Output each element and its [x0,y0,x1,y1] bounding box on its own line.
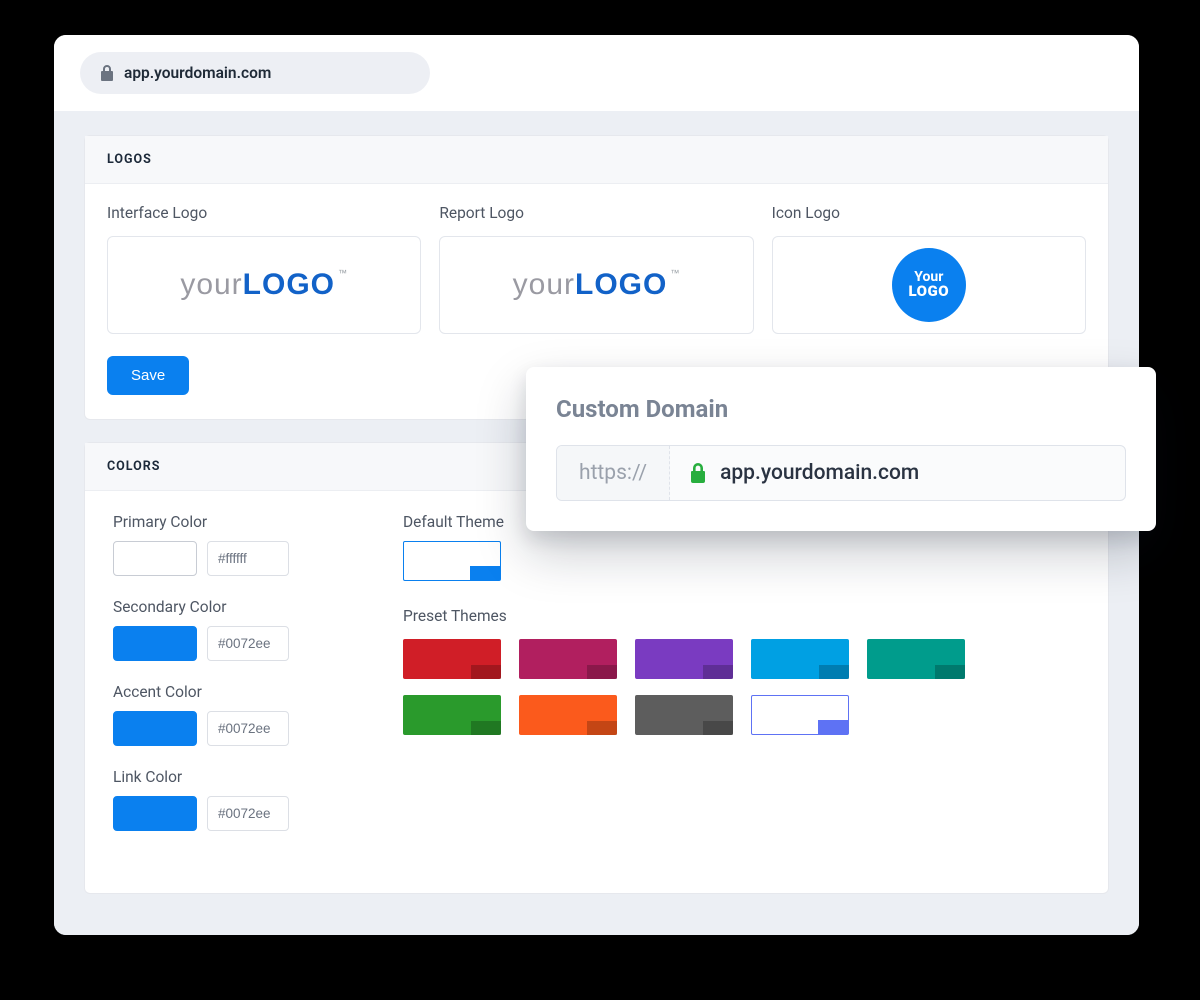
preset-themes-row-2 [403,695,1080,735]
accent-color-swatch[interactable] [113,711,197,746]
preset-theme-chip[interactable] [635,639,733,679]
preset-theme-chip[interactable] [403,695,501,735]
interface-logo-column: Interface Logo yourLOGO™ [107,204,421,334]
url-text: app.yourdomain.com [124,64,271,82]
custom-domain-input[interactable]: https:// app.yourdomain.com [556,445,1126,501]
interface-logo-placeholder: yourLOGO™ [180,268,348,302]
primary-color-swatch[interactable] [113,541,197,576]
themes-column: Default Theme Preset Themes [403,513,1080,853]
lock-icon [100,65,114,81]
link-color-swatch[interactable] [113,796,197,831]
default-theme-chip[interactable] [403,541,501,581]
colors-left-column: Primary Color Secondary Color [113,513,343,853]
secondary-color-input[interactable] [207,626,289,661]
interface-logo-card[interactable]: yourLOGO™ [107,236,421,334]
secondary-color-swatch[interactable] [113,626,197,661]
preset-theme-chip[interactable] [635,695,733,735]
preset-themes-label: Preset Themes [403,607,1080,625]
browser-toolbar: app.yourdomain.com [54,35,1139,111]
preset-theme-chip[interactable] [751,639,849,679]
preset-theme-chip[interactable] [751,695,849,735]
report-logo-placeholder: yourLOGO™ [513,268,681,302]
colors-panel-body: Primary Color Secondary Color [85,491,1108,893]
preset-theme-chip[interactable] [519,639,617,679]
logos-section-title: LOGOS [107,152,1086,167]
secondary-color-label: Secondary Color [113,598,343,616]
preset-theme-chip[interactable] [403,639,501,679]
custom-domain-value: app.yourdomain.com [720,461,919,485]
report-logo-label: Report Logo [439,204,753,222]
icon-logo-label: Icon Logo [772,204,1086,222]
custom-domain-popup: Custom Domain https:// app.yourdomain.co… [526,367,1156,531]
logos-panel-header: LOGOS [85,136,1108,184]
preset-theme-chip[interactable] [867,639,965,679]
primary-color-label: Primary Color [113,513,343,531]
save-button[interactable]: Save [107,356,189,395]
custom-domain-title: Custom Domain [556,395,1126,423]
protocol-prefix: https:// [557,446,670,500]
preset-theme-chip[interactable] [519,695,617,735]
secure-lock-icon [690,463,706,483]
report-logo-column: Report Logo yourLOGO™ [439,204,753,334]
icon-logo-column: Icon Logo Your LOGO [772,204,1086,334]
link-color-label: Link Color [113,768,343,786]
icon-logo-card[interactable]: Your LOGO [772,236,1086,334]
link-color-input[interactable] [207,796,289,831]
accent-color-input[interactable] [207,711,289,746]
report-logo-card[interactable]: yourLOGO™ [439,236,753,334]
interface-logo-label: Interface Logo [107,204,421,222]
accent-color-label: Accent Color [113,683,343,701]
primary-color-input[interactable] [207,541,289,576]
icon-logo-placeholder: Your LOGO [892,248,966,322]
address-bar[interactable]: app.yourdomain.com [80,52,430,94]
preset-themes-row-1 [403,639,1080,679]
